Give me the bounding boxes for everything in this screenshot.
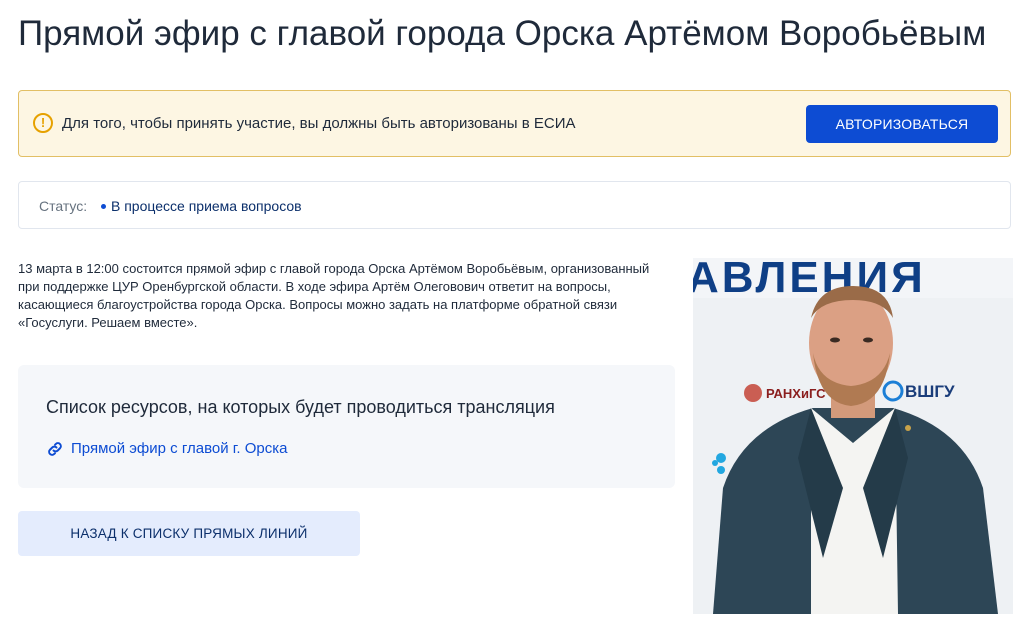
alert-text: Для того, чтобы принять участие, вы долж… (62, 115, 576, 132)
resources-panel: Список ресурсов, на которых будет провод… (18, 365, 675, 488)
page-title: Прямой эфир с главой города Орска Артёмо… (18, 14, 987, 53)
status-bar: Статус: В процессе приема вопросов (18, 181, 1011, 229)
status-dot-icon (101, 204, 106, 209)
resources-title: Список ресурсов, на которых будет провод… (46, 397, 555, 417)
speaker-photo-illustration: АВЛЕНИЯ РАНХиГС ВШГУ (693, 258, 1013, 614)
link-icon (48, 442, 62, 456)
resource-link-label[interactable]: Прямой эфир с главой г. Орска (71, 440, 287, 458)
status-label: Статус: (39, 198, 88, 214)
logo-left-text: РАНХиГС (766, 386, 826, 401)
speaker-photo: АВЛЕНИЯ РАНХиГС ВШГУ (693, 258, 1013, 614)
logo-right-text: ВШГУ (905, 382, 955, 401)
authorize-button[interactable]: АВТОРИЗОВАТЬСЯ (806, 105, 998, 143)
auth-alert: ! Для того, чтобы принять участие, вы до… (18, 90, 1011, 157)
event-description: 13 марта в 12:00 состоится прямой эфир с… (18, 261, 650, 330)
status-value: В процессе приема вопросов (111, 198, 302, 214)
warning-icon: ! (33, 113, 53, 133)
resource-link[interactable]: Прямой эфир с главой г. Орска (46, 440, 287, 458)
back-to-list-button[interactable]: НАЗАД К СПИСКУ ПРЯМЫХ ЛИНИЙ (18, 511, 360, 556)
banner-text: АВЛЕНИЯ (693, 258, 926, 302)
